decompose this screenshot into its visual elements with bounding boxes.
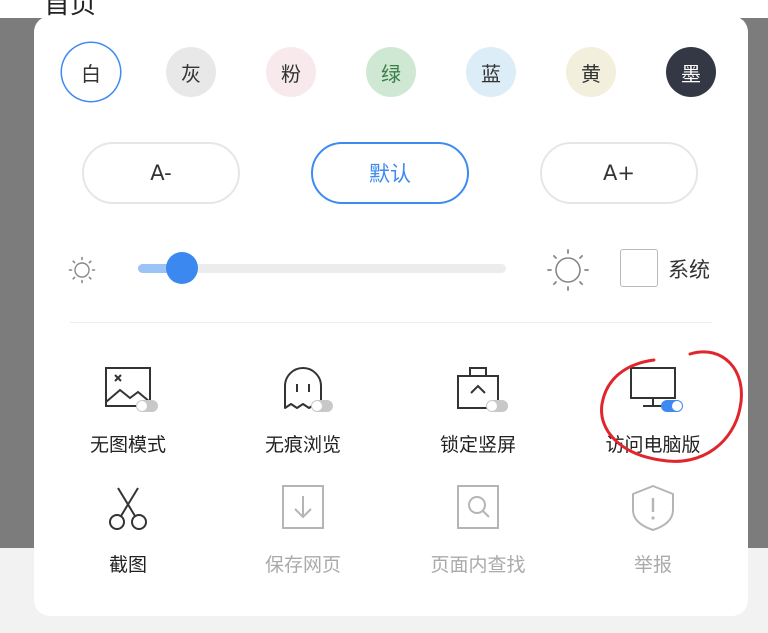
divider — [70, 322, 712, 323]
report-icon — [632, 485, 674, 531]
system-brightness-checkbox[interactable] — [620, 249, 658, 287]
theme-label: 蓝 — [481, 61, 501, 86]
theme-ink[interactable]: 墨 — [666, 47, 716, 97]
ghost-icon — [284, 367, 333, 412]
brightness-slider[interactable] — [138, 252, 506, 284]
feature-label: 无图模式 — [89, 434, 166, 456]
brightness-high-icon — [547, 249, 589, 291]
theme-label: 白 — [81, 61, 101, 86]
report-button[interactable]: 举报 — [578, 484, 728, 584]
theme-label: 粉 — [281, 61, 301, 86]
find-in-page-icon — [457, 485, 499, 529]
theme-green[interactable]: 绿 — [366, 47, 416, 97]
theme-gray[interactable]: 灰 — [166, 47, 216, 97]
font-default-button[interactable]: 默认 — [311, 142, 469, 204]
theme-selector: 白 灰 粉 绿 蓝 黄 墨 — [61, 43, 721, 97]
feature-label: 无痕浏览 — [264, 434, 341, 456]
settings-panel: 白 灰 粉 绿 蓝 黄 墨 A- 默认 A+ 系统 无图模式 无痕浏览 锁定竖屏… — [34, 16, 748, 616]
save-page-button[interactable]: 保存网页 — [228, 484, 378, 584]
feature-label: 保存网页 — [264, 554, 341, 576]
brightness-slider-thumb[interactable] — [166, 252, 199, 284]
system-brightness-label: 系统 — [668, 258, 710, 282]
theme-yellow[interactable]: 黄 — [566, 47, 616, 97]
brightness-low-icon — [68, 256, 96, 284]
theme-label: 灰 — [181, 61, 201, 86]
feature-label: 截图 — [108, 554, 147, 576]
theme-white[interactable]: 白 — [66, 47, 116, 97]
theme-blue[interactable]: 蓝 — [466, 47, 516, 97]
save-page-icon — [282, 485, 324, 529]
font-increase-button[interactable]: A+ — [540, 142, 698, 204]
desktop-version-button[interactable]: 访问电脑版 — [578, 364, 728, 464]
feature-label: 访问电脑版 — [605, 434, 701, 456]
font-decrease-button[interactable]: A- — [82, 142, 240, 204]
incognito-button[interactable]: 无痕浏览 — [228, 364, 378, 464]
find-in-page-button[interactable]: 页面内查找 — [403, 484, 553, 584]
scissors-icon — [109, 487, 147, 530]
theme-label: 绿 — [381, 61, 401, 86]
desktop-icon — [630, 367, 683, 412]
feature-label: 锁定竖屏 — [439, 434, 516, 456]
theme-label: 黄 — [581, 61, 601, 86]
screenshot-button[interactable]: 截图 — [53, 484, 203, 584]
theme-label: 墨 — [681, 61, 701, 86]
no-image-icon — [105, 367, 158, 412]
no-image-mode-button[interactable]: 无图模式 — [53, 364, 203, 464]
feature-label: 页面内查找 — [430, 554, 526, 576]
lock-portrait-button[interactable]: 锁定竖屏 — [403, 364, 553, 464]
lock-screen-icon — [457, 367, 508, 412]
theme-pink[interactable]: 粉 — [266, 47, 316, 97]
feature-label: 举报 — [633, 554, 672, 576]
